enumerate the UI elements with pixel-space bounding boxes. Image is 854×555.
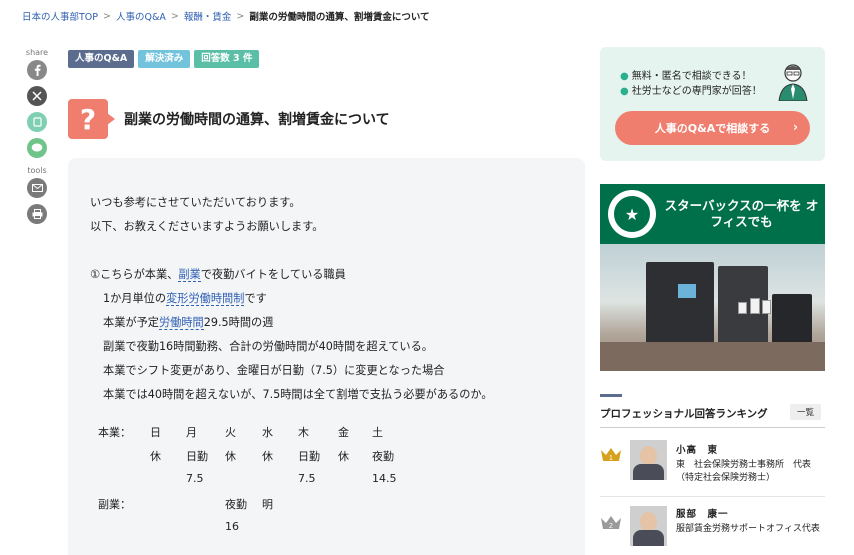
tag-qa: 人事のQ&A [68,50,135,68]
rank-number: 1 [609,455,613,462]
ad-photo [600,244,825,371]
consult-cta: ● 無料・匿名で相談できる！ ● 社労士などの専門家が回答！ 人事のQ&Aで相談する… [600,47,825,161]
schedule-side-type: 明 [262,498,273,511]
ranking-item[interactable]: 2 服部 康一 服部賃金労務サポートオフィス代表 [600,500,825,555]
starbucks-ad[interactable]: ★ スターバックスの一杯を オフィスでも [600,184,825,371]
line-icon [31,143,43,152]
mail-icon [31,184,43,192]
schedule-main-type: 日勤 [298,450,320,463]
question-line: 副業で夜勤16時間勤務、合計の労働時間が40時間を超えている。 [103,340,433,353]
expert-photo [630,440,667,480]
question-line: ①こちらが本業、副業で夜勤バイトをしている職員 [90,263,493,287]
question-line: 以下、お教えくださいますようお願いします。 [90,220,324,233]
question-header: ? 副業の労働時間の通算、割増賃金について [68,99,390,139]
question-text-span: ①こちらが本業、 [90,268,179,281]
schedule-main-hours: 7.5 [186,472,204,485]
ranking-all-button[interactable]: 一覧 [790,404,822,420]
question-line: 本業が予定労働時間29.5時間の週 [90,311,493,335]
printer-icon [32,209,42,219]
expert-avatar-icon [778,64,808,101]
schedule-day: 月 [186,426,197,439]
hatena-share-button[interactable] [27,112,47,132]
cta-point: ● 社労士などの専門家が回答！ [620,86,762,97]
mail-button[interactable] [27,178,47,198]
gold-crown-icon: 1 [601,448,621,462]
question-text-span: 1か月単位の [103,292,167,305]
breadcrumb-category-link[interactable]: 報酬・賃金 [184,9,232,23]
question-text-span: で夜勤バイトをしている職員 [200,268,346,281]
line-share-button[interactable] [27,138,47,158]
breadcrumb: 日本の人事部TOP > 人事のQ&A > 報酬・賃金 > 副業の労働時間の通算、… [22,9,430,24]
silver-crown-icon: 2 [601,516,621,530]
rank-number: 2 [609,523,613,530]
share-label: share [25,48,49,57]
breadcrumb-separator: > [103,10,111,22]
schedule-day: 土 [372,426,383,439]
ranking-item[interactable]: 1 小高 東 東 社会保険労務士事務所 代表（特定社会保険労務士） [600,432,825,492]
question-line: 本業では40時間を超えないが、7.5時間は全て割増で支払う必要があるのか。 [103,388,493,401]
expert-org: 服部賃金労務サポートオフィス代表 [676,524,820,534]
schedule-day: 日 [150,426,161,439]
print-button[interactable] [27,204,47,224]
breadcrumb-current: 副業の労働時間の通算、割増賃金について [249,12,430,23]
expert-name[interactable]: 小高 東 [676,442,718,456]
schedule-main-hours: 7.5 [298,472,316,485]
breadcrumb-separator: > [170,10,179,22]
schedule-main-type: 休 [150,450,161,463]
schedule-main-type: 休 [262,450,273,463]
facebook-icon [34,64,41,76]
schedule-main-type: 日勤 [186,450,208,463]
chevron-right-icon: › [793,120,798,134]
schedule-day: 金 [338,426,349,439]
page-title: 副業の労働時間の通算、割増賃金について [124,112,390,128]
question-text-span: です [244,292,267,305]
breadcrumb-home-link[interactable]: 日本の人事部TOP [22,9,98,23]
bullet-icon: ● [620,71,629,82]
question-icon: ? [68,99,115,139]
x-icon [32,91,42,101]
question-line: 本業でシフト変更があり、金曜日が日勤（7.5）に変更となった場合 [103,364,445,377]
schedule-day: 水 [262,426,273,439]
schedule-side-hours: 16 [225,520,239,533]
tag-resolved: 解決済み [138,50,191,68]
schedule-day: 火 [225,426,236,439]
keyword-link[interactable]: 労働時間 [158,316,204,330]
tools-label: tools [27,166,47,175]
expert-org: 東 社会保険労務士事務所 代表（特定社会保険労務士） [676,460,812,483]
ad-headline: スターバックスの一杯を オフィスでも [664,198,819,229]
share-toolbar: share tools [26,48,48,230]
starbucks-logo: ★ [608,190,656,238]
keyword-link[interactable]: 副業 [178,268,201,282]
schedule-main-hours: 14.5 [372,472,397,485]
question-line: 1か月単位の変形労働時間制です [90,287,493,311]
breadcrumb-separator: > [236,10,245,22]
facebook-share-button[interactable] [27,60,47,80]
tag-answer-count: 回答数 3 件 [194,50,260,68]
bullet-icon: ● [620,86,629,97]
consult-button[interactable]: 人事のQ&Aで相談する › [615,111,810,145]
question-line: いつも参考にさせていただいております。 [90,196,301,209]
ranking-title: プロフェッショナル回答ランキング [600,408,768,420]
siren-icon: ★ [612,194,652,234]
keyword-link[interactable]: 変形労働時間制 [166,292,245,306]
x-share-button[interactable] [27,86,47,106]
schedule-day: 木 [298,426,309,439]
schedule-main-type: 休 [225,450,236,463]
schedule-main-type: 休 [338,450,349,463]
question-text: いつも参考にさせていただいております。以下、お教えくださいますようお願いします。… [90,191,493,407]
schedule-side-label: 副業： [98,498,131,511]
question-text-span: 本業が予定 [103,316,159,329]
schedule-main-type: 夜勤 [372,450,394,463]
bookmark-icon [32,117,42,127]
breadcrumb-qa-link[interactable]: 人事のQ&A [116,9,166,23]
schedule-side-type: 夜勤 [225,498,247,511]
cta-point: ● 無料・匿名で相談できる！ [620,71,752,82]
schedule-main-label: 本業： [98,426,131,439]
expert-photo [630,506,667,546]
expert-name[interactable]: 服部 康一 [676,506,729,520]
question-body: いつも参考にさせていただいております。以下、お教えくださいますようお願いします。… [68,158,585,555]
question-text-span: 29.5時間の週 [203,316,274,329]
question-tags: 人事のQ&A 解決済み 回答数 3 件 [68,50,260,68]
